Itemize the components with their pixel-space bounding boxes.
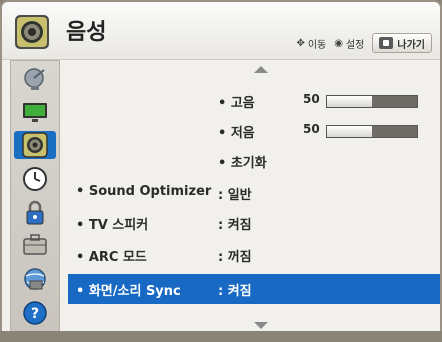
menu-item-sound-optimizer[interactable]: • Sound Optimizer : 일반 [68, 180, 440, 206]
page-title: 음성 [66, 20, 107, 45]
scroll-up-arrow-icon[interactable] [254, 66, 268, 73]
tv-speaker-label: • TV 스피커 [76, 218, 149, 233]
move-hint-label: 이동 [307, 39, 327, 51]
treble-label: • 고음 [218, 96, 255, 111]
menu-item-tv-speaker[interactable]: • TV 스피커 : 켜짐 [68, 210, 440, 236]
arc-mode-value: : 꺼짐 [218, 250, 252, 265]
av-sync-value: : 켜짐 [218, 284, 252, 299]
tv-speaker-value: : 켜짐 [218, 218, 252, 233]
lock-icon [26, 200, 44, 225]
set-hint-label: 설정 [345, 39, 365, 51]
svg-text:?: ? [31, 306, 39, 322]
set-hint: ◉ 설정 [334, 36, 364, 51]
sidebar-item-network[interactable] [14, 265, 56, 293]
menu-header: 음성 ✥ 이동 ◉ 설정 나가기 [2, 2, 440, 60]
sidebar: ? [10, 60, 60, 332]
exit-icon [379, 37, 394, 49]
key-hints: ✥ 이동 ◉ 설정 나가기 [296, 32, 432, 54]
bottom-bezel [0, 331, 442, 342]
clock-icon [23, 167, 47, 191]
sound-settings-list: • 고음 50 • 저음 50 • 초기화 • Sound Optimizer … [68, 60, 440, 332]
speaker-icon [22, 132, 48, 158]
reset-label: • 초기화 [218, 156, 267, 171]
sidebar-item-option[interactable] [14, 231, 56, 259]
treble-value: 50 [303, 92, 320, 106]
sidebar-item-channel[interactable] [14, 65, 56, 93]
sidebar-item-lock[interactable] [14, 199, 56, 227]
menu-item-treble[interactable]: • 고음 50 [68, 88, 440, 114]
scroll-down-arrow-icon[interactable] [254, 322, 268, 329]
bass-slider[interactable] [326, 125, 418, 138]
sidebar-item-support[interactable]: ? [14, 299, 56, 327]
sidebar-item-sound[interactable] [14, 131, 56, 159]
menu-item-bass[interactable]: • 저음 50 [68, 118, 440, 144]
monitor-icon [23, 103, 47, 122]
menu-item-arc-mode[interactable]: • ARC 모드 : 꺼짐 [68, 242, 440, 268]
av-sync-label: • 화면/소리 Sync [76, 284, 181, 299]
sound-optimizer-label: • Sound Optimizer [76, 184, 212, 199]
sound-menu-window: 음성 ✥ 이동 ◉ 설정 나가기 ? • 고음 50 • 저음 50 • 초기화… [0, 0, 442, 342]
help-icon: ? [23, 301, 47, 325]
ok-dot-icon: ◉ [334, 37, 343, 49]
speaker-icon [15, 15, 49, 49]
bass-label: • 저음 [218, 126, 255, 141]
network-globe-icon [24, 268, 46, 290]
bass-slider-fill [327, 126, 372, 137]
treble-slider[interactable] [326, 95, 418, 108]
menu-item-av-sync[interactable]: • 화면/소리 Sync : 켜짐 [68, 274, 440, 304]
arc-mode-label: • ARC 모드 [76, 250, 147, 265]
satellite-dish-icon [24, 68, 45, 90]
exit-button[interactable]: 나가기 [372, 33, 432, 53]
sound-optimizer-value: : 일반 [218, 188, 252, 203]
toolbox-icon [23, 234, 47, 255]
move-hint: ✥ 이동 [296, 36, 326, 51]
treble-slider-fill [327, 96, 372, 107]
move-arrows-icon: ✥ [296, 37, 305, 49]
exit-button-label: 나가기 [397, 39, 425, 51]
sidebar-item-time[interactable] [14, 165, 56, 193]
bass-value: 50 [303, 122, 320, 136]
sidebar-item-picture[interactable] [14, 99, 56, 127]
menu-item-reset[interactable]: • 초기화 [68, 148, 440, 174]
